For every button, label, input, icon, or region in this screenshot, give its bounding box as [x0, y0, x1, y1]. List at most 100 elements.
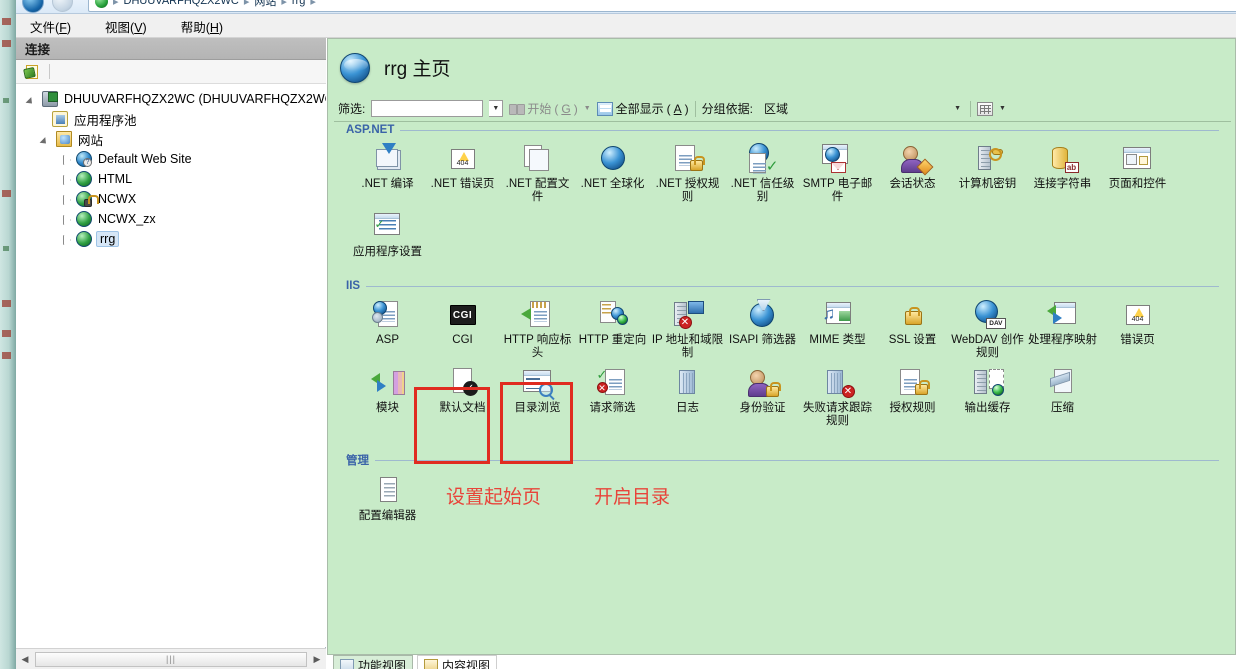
scroll-left-arrow-icon[interactable]: ◀ — [16, 650, 34, 669]
address-breadcrumb[interactable]: ▸ DHUUVARFHQZX2WC ▸ 网站 ▸ rrg ▸ — [88, 0, 1239, 12]
feature-ip-restrictions[interactable]: ✕ IP 地址和域限制 — [650, 296, 725, 362]
feature-machine-key[interactable]: 计算机密钥 — [950, 140, 1025, 206]
feature-mime-types[interactable]: ♫ MIME 类型 — [800, 296, 875, 362]
feature-session-state[interactable]: 会话状态 — [875, 140, 950, 206]
feature-logging[interactable]: 日志 — [650, 364, 725, 430]
feature-net-authorization-rules[interactable]: .NET 授权规则 — [650, 140, 725, 206]
scrollbar-thumb[interactable]: ||| — [35, 651, 307, 667]
menu-help[interactable]: 帮助(H) — [175, 15, 229, 38]
breadcrumb-separator: ▸ — [113, 0, 119, 8]
tree-node-app-pools[interactable]: 应用程序池 — [16, 109, 326, 129]
chevron-down-icon[interactable]: ▼ — [954, 105, 961, 112]
tree-node-ncwx[interactable]: NCWX — [16, 189, 326, 209]
connections-pane: 连接 DHUUVARFHQZX2WC (DHUUVARFHQZX2WC 应用程序… — [16, 38, 326, 669]
view-mode-icon[interactable] — [977, 101, 994, 116]
connections-header: 连接 — [16, 38, 326, 60]
show-all-accel: A — [673, 101, 682, 116]
back-button[interactable] — [22, 0, 44, 13]
collapse-arrow-icon[interactable] — [60, 153, 72, 165]
feature-error-pages[interactable]: 404 错误页 — [1100, 296, 1175, 362]
feature-configuration-editor[interactable]: 配置编辑器 — [350, 472, 425, 538]
feature-application-settings[interactable]: ✓ 应用程序设置 — [350, 208, 425, 274]
menu-view[interactable]: 视图(V) — [99, 15, 153, 38]
feature-http-redirect[interactable]: HTTP 重定向 — [575, 296, 650, 362]
feature-net-profile[interactable]: .NET 配置文件 — [500, 140, 575, 206]
feature-compression[interactable]: 压缩 — [1025, 364, 1100, 430]
window-right-edge — [1236, 0, 1243, 669]
tree-node-server[interactable]: DHUUVARFHQZX2WC (DHUUVARFHQZX2WC — [16, 89, 326, 109]
feature-net-trust-levels[interactable]: ✓ .NET 信任级别 — [725, 140, 800, 206]
group-by-select[interactable]: 区域 ▼ — [759, 100, 964, 118]
feature-output-caching[interactable]: 输出缓存 — [950, 364, 1025, 430]
tree-node-default-web-site[interactable]: ? Default Web Site — [16, 149, 326, 169]
feature-webdav-authoring-rules[interactable]: DAV WebDAV 创作规则 — [950, 296, 1025, 362]
iis-manager-window: ▸ DHUUVARFHQZX2WC ▸ 网站 ▸ rrg ▸ 文件(F) 视图(… — [0, 0, 1243, 669]
feature-isapi-filters[interactable]: ISAPI 筛选器 — [725, 296, 800, 362]
ip-address-domain-restrictions-icon: ✕ — [671, 299, 705, 331]
feature-authorization-rules[interactable]: 授权规则 — [875, 364, 950, 430]
feature-handler-mappings[interactable]: 处理程序映射 — [1025, 296, 1100, 362]
group-title: ASP.NET — [346, 124, 395, 136]
site-globe-lock-icon — [76, 191, 99, 207]
forward-button[interactable] — [52, 0, 73, 12]
feature-cgi[interactable]: CGI CGI — [425, 296, 500, 362]
tab-features-view[interactable]: 功能视图 — [333, 655, 414, 669]
connection-strings-icon: ab — [1046, 143, 1080, 175]
breadcrumb-site[interactable]: rrg — [292, 0, 305, 7]
output-caching-icon — [971, 367, 1005, 399]
expand-arrow-icon[interactable] — [26, 93, 38, 105]
menu-file[interactable]: 文件(F) — [24, 15, 77, 38]
collapse-arrow-icon[interactable] — [60, 233, 72, 245]
expand-arrow-icon[interactable] — [40, 133, 52, 145]
collapse-arrow-icon[interactable] — [60, 193, 72, 205]
feature-pages-and-controls[interactable]: 页面和控件 — [1100, 140, 1175, 206]
tree-node-ncwx-zx[interactable]: NCWX_zx — [16, 209, 326, 229]
show-all-button[interactable]: 全部显示(A) — [596, 100, 689, 117]
feature-net-error-pages[interactable]: 404 .NET 错误页 — [425, 140, 500, 206]
cgi-icon: CGI — [446, 299, 480, 331]
collapse-arrow-icon[interactable] — [60, 173, 72, 185]
start-button[interactable]: 开始(G) — [509, 100, 578, 117]
start-dropdown-icon[interactable]: ▼ — [584, 105, 591, 112]
window-address-bar: ▸ DHUUVARFHQZX2WC ▸ 网站 ▸ rrg ▸ — [16, 0, 1243, 14]
feature-label: 页面和控件 — [1108, 178, 1167, 190]
group-header: IIS — [344, 280, 1219, 292]
feature-http-response-headers[interactable]: HTTP 响应标头 — [500, 296, 575, 362]
feature-modules[interactable]: 模块 — [350, 364, 425, 430]
feature-net-globalization[interactable]: .NET 全球化 — [575, 140, 650, 206]
site-globe-icon — [76, 231, 92, 247]
feature-asp[interactable]: ASP — [350, 296, 425, 362]
feature-ssl-settings[interactable]: SSL 设置 — [875, 296, 950, 362]
tab-content-view[interactable]: 内容视图 — [417, 655, 498, 669]
feature-net-compilation[interactable]: .NET 编译 — [350, 140, 425, 206]
mime-types-icon: ♫ — [821, 299, 855, 331]
feature-label: 请求筛选 — [589, 402, 636, 414]
feature-request-filtering[interactable]: ✓ ✕ 请求筛选 — [575, 364, 650, 430]
tree-label: 网站 — [78, 133, 104, 148]
tree-label: NCWX_zx — [98, 212, 156, 226]
breadcrumb-server[interactable]: DHUUVARFHQZX2WC — [124, 0, 239, 7]
connections-toolbar — [16, 60, 326, 84]
connections-horizontal-scrollbar[interactable]: ◀ ||| ▶ — [16, 648, 326, 669]
view-mode-dropdown-icon[interactable]: ▼ — [999, 105, 1006, 112]
feature-connection-strings[interactable]: ab 连接字符串 — [1025, 140, 1100, 206]
tree-node-sites[interactable]: 网站 — [16, 129, 326, 149]
filter-dropdown-icon[interactable]: ▼ — [489, 100, 504, 117]
feature-failed-request-tracing-rules[interactable]: ✕ 失败请求跟踪规则 — [800, 364, 875, 430]
scroll-right-arrow-icon[interactable]: ▶ — [308, 650, 326, 669]
feature-icon-grid-row2: 模块 ✓ 默认文档 目录浏览 ✓ ✕ 请求筛选 日志 身份验证 ✕ 失败请求跟踪… — [344, 364, 1219, 430]
collapse-arrow-icon[interactable] — [60, 213, 72, 225]
connections-tree[interactable]: DHUUVARFHQZX2WC (DHUUVARFHQZX2WC 应用程序池 网… — [16, 84, 326, 647]
group-by-label: 分组依据: — [701, 102, 754, 116]
tree-node-rrg[interactable]: rrg — [16, 229, 326, 249]
breadcrumb-sites[interactable]: 网站 — [254, 0, 276, 9]
menu-help-accel: H — [209, 20, 219, 35]
feature-directory-browsing[interactable]: 目录浏览 — [500, 364, 575, 430]
feature-default-document[interactable]: ✓ 默认文档 — [425, 364, 500, 430]
feature-smtp-email[interactable]: SMTP 电子邮件 — [800, 140, 875, 206]
filter-input[interactable] — [371, 100, 484, 117]
feature-authentication[interactable]: 身份验证 — [725, 364, 800, 430]
tree-node-html[interactable]: HTML — [16, 169, 326, 189]
tab-label: 功能视图 — [358, 658, 407, 669]
connect-icon[interactable] — [23, 64, 41, 80]
